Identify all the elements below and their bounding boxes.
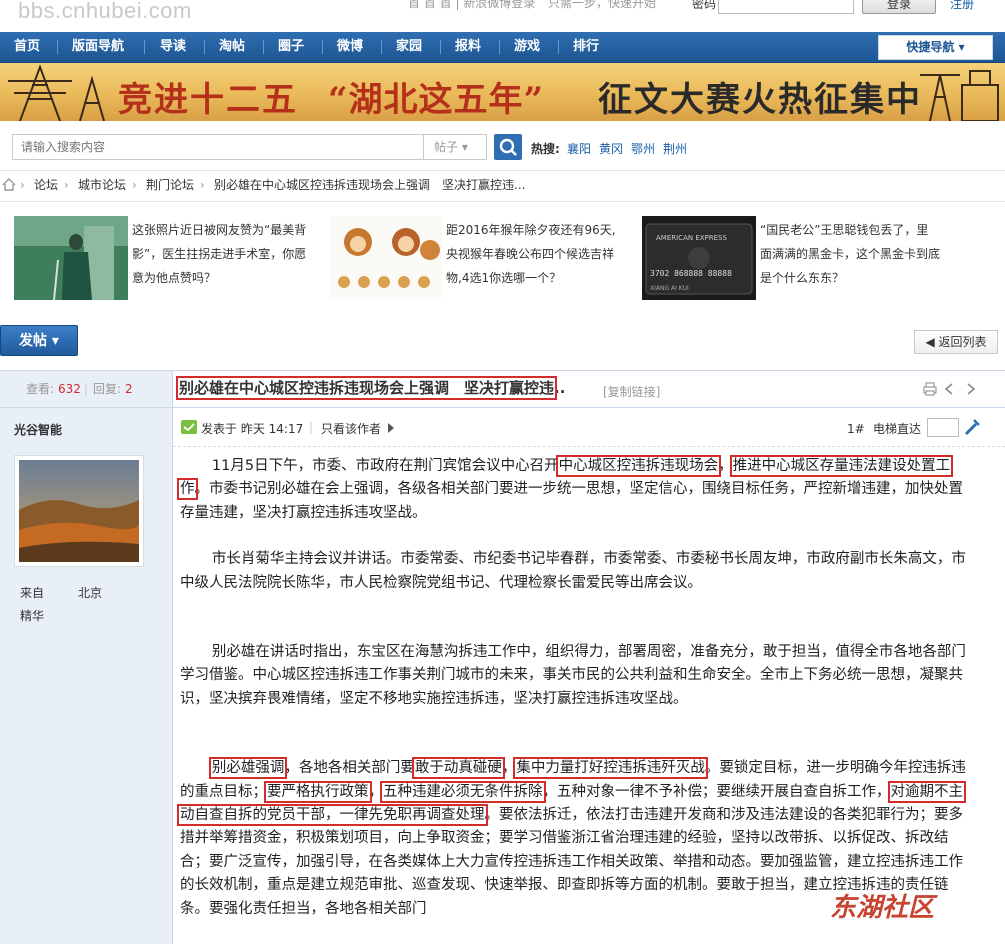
highlight-policy: 要严格执行政策 bbox=[264, 780, 372, 803]
breadcrumb-city-forum[interactable]: 城市论坛 bbox=[78, 172, 126, 198]
paragraph-2: 市长肖菊华主持会议并讲话。市委常委、市纪委书记毕春群，市委常委、市委秘书长周友坤… bbox=[180, 551, 966, 591]
online-status-icon bbox=[181, 420, 197, 434]
title-ellipsis: .. bbox=[554, 379, 566, 397]
nav-home-space[interactable]: 家园 bbox=[396, 32, 422, 62]
featured-image-doctor[interactable] bbox=[14, 216, 128, 300]
search-icon bbox=[499, 138, 517, 156]
nav-ranking[interactable]: 排行 bbox=[573, 32, 599, 62]
featured-text-blackcard[interactable]: “国民老公”王思聪钱包丢了，里面满满的黑金卡，这个黑金卡到底是个什么东东？ bbox=[760, 218, 940, 290]
breadcrumb-sep: › bbox=[64, 178, 69, 192]
views-label: 查看: bbox=[26, 382, 55, 396]
go-floor-icon[interactable] bbox=[963, 417, 981, 437]
quick-nav-button[interactable]: 快捷导航 ▾ bbox=[878, 35, 993, 60]
site-watermark: 东湖社区 bbox=[830, 893, 935, 923]
author-sidebar: 查看: 632 | 回复: 2 光谷智能 来自 北京 精华 bbox=[0, 371, 173, 944]
home-icon[interactable] bbox=[2, 178, 16, 191]
nav-weibo[interactable]: 微博 bbox=[337, 32, 363, 62]
main-nav: 首页 版面导航 导读 淘帖 圈子 微博 家园 报料 游戏 排行 快捷导航 ▾ bbox=[0, 32, 1005, 63]
power-tower-icon bbox=[8, 64, 105, 121]
elevator-label: 电梯直达 bbox=[873, 422, 922, 436]
print-icon[interactable] bbox=[923, 382, 937, 396]
caret-right-icon bbox=[388, 423, 394, 433]
thread-title: 别必雄在中心城区控违拆违现场会上强调 坚决打赢控违.. bbox=[175, 376, 566, 400]
thread-title-text: 别必雄在中心城区控违拆违现场会上强调 坚决打赢控违 bbox=[175, 376, 558, 400]
back-to-list-button[interactable]: ◀ 返回列表 bbox=[914, 330, 998, 354]
highlight-five-types: 五种违建必须无条件拆除 bbox=[380, 780, 546, 803]
top-bar: bbs.cnhubei.com 首 首 首 | 新浪微博登录 只需一步，快速开始… bbox=[0, 0, 1005, 28]
next-thread-icon[interactable] bbox=[963, 382, 977, 396]
hot-link-xiangyang[interactable]: 襄阳 bbox=[567, 140, 591, 157]
register-link[interactable]: 注册 bbox=[950, 0, 974, 12]
featured-image-blackcard[interactable]: AMERICAN EXPRESS 3702 868888 88888 XIANG… bbox=[642, 216, 756, 300]
nav-taotie[interactable]: 淘帖 bbox=[219, 32, 245, 62]
highlight-concentrate: 集中力量打好控违拆违歼灭战 bbox=[513, 757, 708, 780]
replies-count: 2 bbox=[125, 382, 133, 396]
weibo-login-link[interactable]: 首 首 首 | 新浪微博登录 bbox=[408, 0, 535, 11]
nav-board-guide[interactable]: 版面导航 bbox=[72, 32, 124, 62]
highlight-meeting: 中心城区控违拆违现场会 bbox=[555, 455, 722, 477]
avatar[interactable] bbox=[14, 455, 144, 567]
new-post-button[interactable]: 发帖 ▾ bbox=[0, 325, 78, 356]
search-type-select[interactable]: 帖子 ▾ bbox=[424, 134, 487, 160]
search-bar: 帖子 ▾ 热搜: 襄阳 黄冈 鄂州 荆州 bbox=[0, 122, 1005, 171]
only-author-link[interactable]: 只看该作者 bbox=[321, 420, 381, 437]
paragraph-1: 11月5日下午，市委、市政府在荆门宾馆会议中心召开中心城区控违拆违现场会，推进中… bbox=[176, 454, 963, 521]
prev-thread-icon[interactable] bbox=[943, 382, 957, 396]
from-value: 北京 bbox=[78, 586, 103, 600]
breadcrumb-sep: › bbox=[132, 178, 137, 192]
replies-label: 回复: bbox=[93, 382, 122, 396]
featured-strip: 这张照片近日被网友赞为“最美背影”，医生拄拐走进手术室，你愿意为他点赞吗？ 距2… bbox=[0, 201, 1005, 306]
from-label: 来自 bbox=[20, 586, 45, 600]
banner-ad[interactable]: 竞进十二五 “湖北这五年” 征文大赛火热征集中 bbox=[0, 63, 1005, 121]
essence-label: 精华 bbox=[20, 609, 45, 623]
nav-circle[interactable]: 圈子 bbox=[278, 32, 304, 62]
post-content: 11月5日下午，市委、市政府在荆门宾馆会议中心召开中心城区控违拆违现场会，推进中… bbox=[176, 453, 970, 921]
banner-quote: “湖北这五年” bbox=[328, 80, 545, 120]
svg-text:3702 868888 88888: 3702 868888 88888 bbox=[650, 269, 732, 278]
thread: 查看: 632 | 回复: 2 光谷智能 来自 北京 精华 别必雄在中心城区控违… bbox=[0, 370, 1005, 944]
breadcrumb-jingmen-forum[interactable]: 荆门论坛 bbox=[146, 172, 194, 198]
featured-image-monkey[interactable] bbox=[330, 216, 442, 300]
svg-text:XIANG AI KUI: XIANG AI KUI bbox=[650, 285, 689, 292]
breadcrumb-sep: › bbox=[20, 178, 25, 192]
breadcrumb-forum[interactable]: 论坛 bbox=[34, 172, 58, 198]
thread-title-row: 别必雄在中心城区控违拆违现场会上强调 坚决打赢控违.. [复制链接] bbox=[173, 371, 1005, 408]
breadcrumb-sep: › bbox=[200, 178, 205, 192]
password-label: 密码 bbox=[692, 0, 717, 11]
search-button[interactable] bbox=[494, 134, 522, 160]
highlight-stressed: 别必雄强调 bbox=[208, 757, 288, 780]
search-input[interactable] bbox=[12, 134, 424, 160]
nav-digest[interactable]: 导读 bbox=[160, 32, 186, 62]
hot-search-label: 热搜: bbox=[531, 142, 560, 156]
copy-link[interactable]: [复制链接] bbox=[603, 383, 660, 400]
banner-tagline: 征文大赛火热征集中 bbox=[598, 80, 922, 120]
hot-link-ezhou[interactable]: 鄂州 bbox=[631, 140, 655, 157]
nav-report[interactable]: 报料 bbox=[455, 32, 481, 62]
featured-text-doctor[interactable]: 这张照片近日被网友赞为“最美背影”，医生拄拐走进手术室，你愿意为他点赞吗？ bbox=[132, 218, 312, 290]
hot-link-jingzhou[interactable]: 荆州 bbox=[663, 140, 687, 157]
quick-start-link[interactable]: 只需一步，快速开始 bbox=[548, 0, 656, 11]
post-time: 发表于 昨天 14:17 bbox=[201, 422, 304, 436]
hot-link-huanggang[interactable]: 黄冈 bbox=[599, 140, 623, 157]
floor-number: 1# bbox=[847, 422, 865, 436]
post-meta-row: 发表于 昨天 14:17 | 只看该作者 1# 电梯直达 bbox=[173, 408, 1005, 447]
author-name[interactable]: 光谷智能 bbox=[14, 421, 62, 438]
password-input[interactable] bbox=[718, 0, 854, 14]
login-button[interactable]: 登录 bbox=[862, 0, 936, 14]
svg-text:AMERICAN EXPRESS: AMERICAN EXPRESS bbox=[656, 234, 727, 242]
thread-stats: 查看: 632 | 回复: 2 bbox=[0, 371, 172, 408]
highlight-dare: 敢于动真碰硬 bbox=[411, 757, 505, 780]
elevator-input[interactable] bbox=[927, 418, 959, 437]
views-count: 632 bbox=[58, 382, 81, 396]
banner-title: 竞进十二五 bbox=[118, 80, 298, 120]
featured-text-monkey[interactable]: 距2016年猴年除夕夜还有96天,央视猴年春晚公布四个候选吉祥物,4选1你选哪一… bbox=[446, 218, 626, 290]
breadcrumb: › 论坛 › 城市论坛 › 荆门论坛 › 别必雄在中心城区控违拆违现场会上强调 … bbox=[0, 172, 1005, 198]
nav-home[interactable]: 首页 bbox=[14, 32, 40, 62]
nav-games[interactable]: 游戏 bbox=[514, 32, 540, 62]
site-url: bbs.cnhubei.com bbox=[18, 0, 192, 23]
breadcrumb-current: 别必雄在中心城区控违拆违现场会上强调 坚决打赢控违... bbox=[214, 178, 526, 192]
paragraph-3: 别必雄在讲话时指出，东宝区在海慧沟拆违工作中，组织得力，部署周密，准备充分，敢于… bbox=[180, 644, 966, 707]
